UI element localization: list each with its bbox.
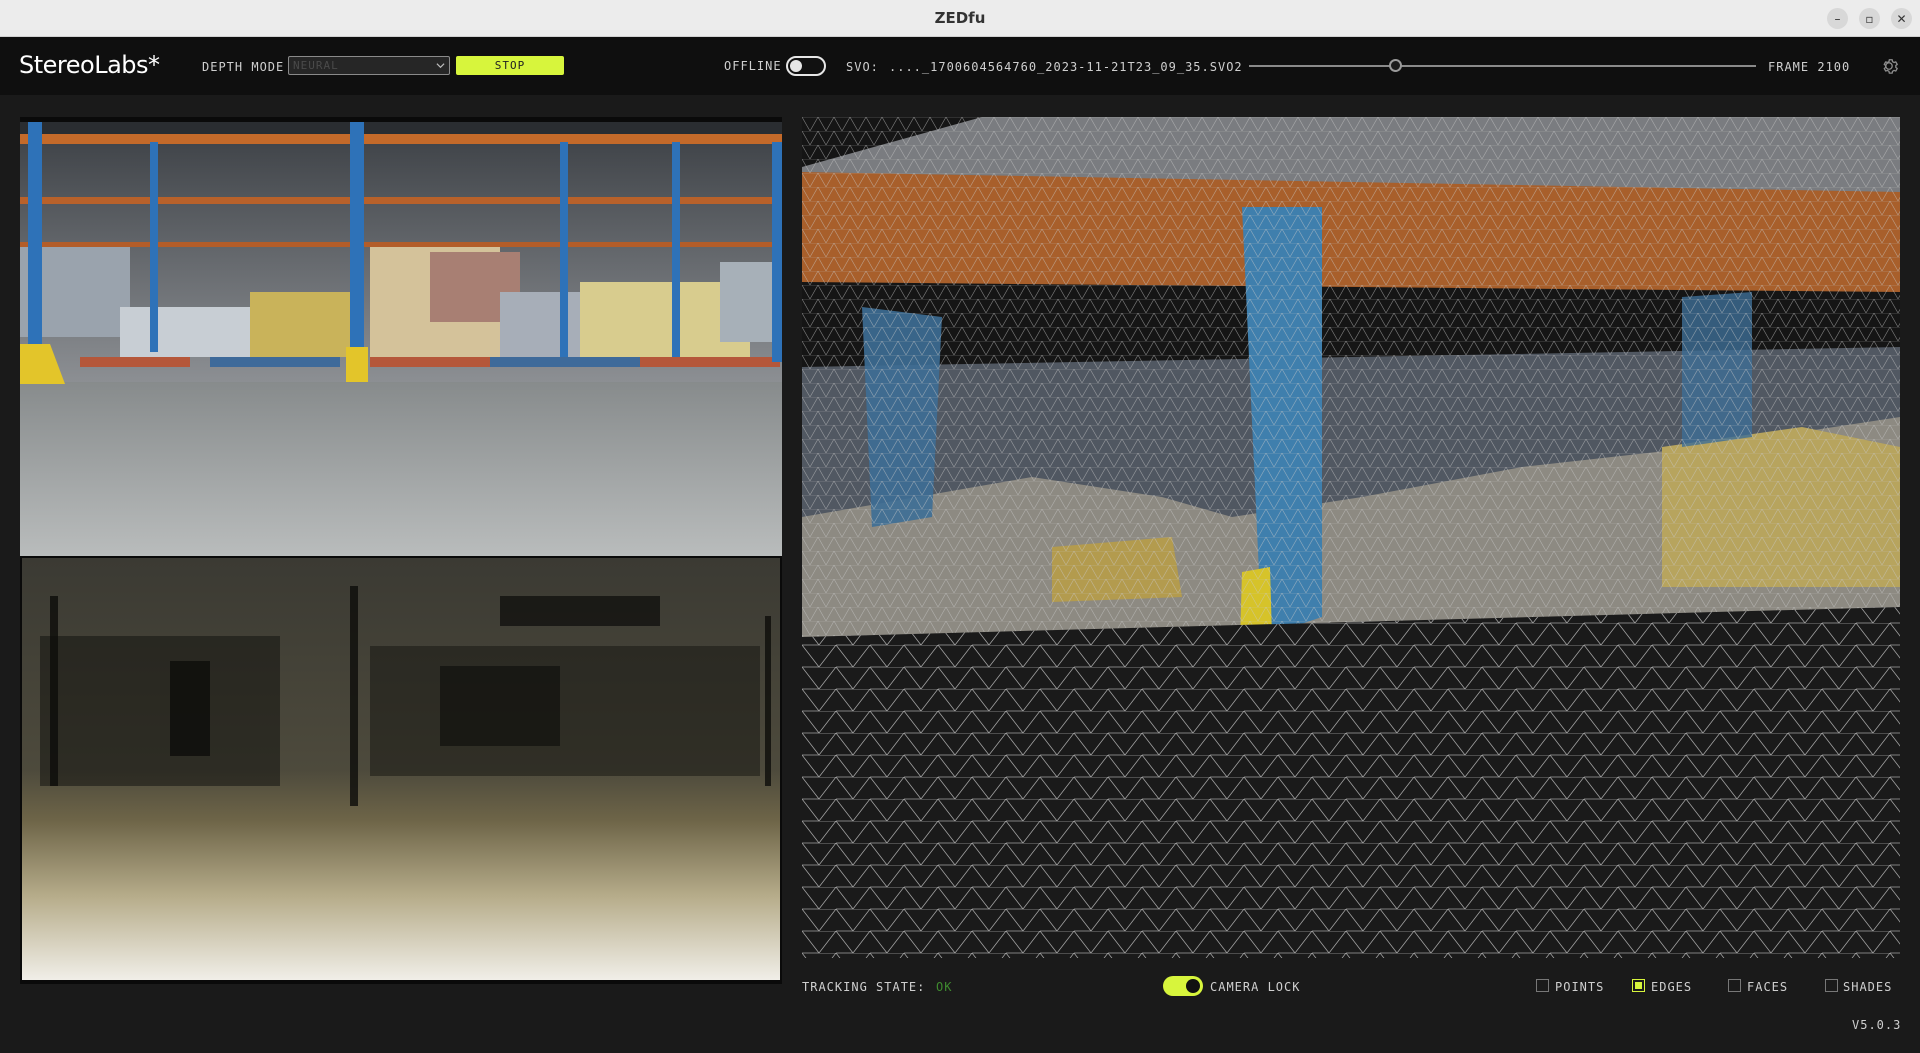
depth-map-view — [20, 556, 782, 984]
toggle-knob — [1186, 979, 1200, 993]
points-label: POINTS — [1555, 980, 1605, 994]
svo-file-path: ...._1700604564760_2023-11-21T23_09_35.S… — [889, 60, 1243, 74]
camera-lock-toggle[interactable] — [1163, 976, 1203, 996]
tracking-state-value: OK — [936, 980, 953, 994]
close-icon[interactable]: ✕ — [1891, 8, 1912, 29]
app-version: V5.0.3 — [1852, 1018, 1902, 1032]
mesh-render — [802, 117, 1900, 958]
edges-label: EDGES — [1651, 980, 1693, 994]
gear-icon[interactable] — [1878, 55, 1900, 77]
camera-lock-label: CAMERA LOCK — [1210, 980, 1301, 994]
mesh-3d-view[interactable] — [802, 117, 1900, 958]
toggle-knob — [790, 60, 802, 72]
camera-rgb-view — [20, 117, 782, 556]
depth-map-image — [20, 558, 782, 984]
shades-label: SHADES — [1843, 980, 1893, 994]
points-checkbox[interactable] — [1536, 979, 1549, 992]
edges-checkbox[interactable] — [1632, 979, 1645, 992]
tracking-state-label: TRACKING STATE: — [802, 980, 926, 994]
shades-checkbox[interactable] — [1825, 979, 1838, 992]
depth-mode-select[interactable]: NEURAL — [288, 56, 450, 75]
faces-checkbox[interactable] — [1728, 979, 1741, 992]
stop-button[interactable]: STOP — [456, 56, 564, 75]
depth-mode-label: DEPTH MODE — [202, 60, 285, 74]
frame-counter: FRAME 2100 — [1768, 60, 1851, 74]
warehouse-image — [20, 122, 782, 556]
playback-slider-track[interactable] — [1249, 65, 1756, 67]
playback-slider-handle[interactable] — [1389, 59, 1402, 72]
faces-label: FACES — [1747, 980, 1789, 994]
offline-label: OFFLINE — [724, 59, 782, 73]
svo-label: SVO: — [846, 60, 879, 74]
offline-toggle[interactable] — [786, 56, 826, 76]
app-header: StereoLabs* DEPTH MODE NEURAL STOP OFFLI… — [0, 37, 1920, 95]
minimize-icon[interactable]: – — [1827, 8, 1848, 29]
brand-logo: StereoLabs* — [19, 51, 160, 79]
depth-mode-value: NEURAL — [293, 59, 339, 72]
window-title: ZEDfu — [934, 9, 986, 27]
chevron-down-icon — [436, 63, 445, 69]
window-titlebar: ZEDfu – ▫ ✕ — [0, 0, 1920, 37]
maximize-icon[interactable]: ▫ — [1859, 8, 1880, 29]
window-controls: – ▫ ✕ — [1827, 8, 1912, 29]
